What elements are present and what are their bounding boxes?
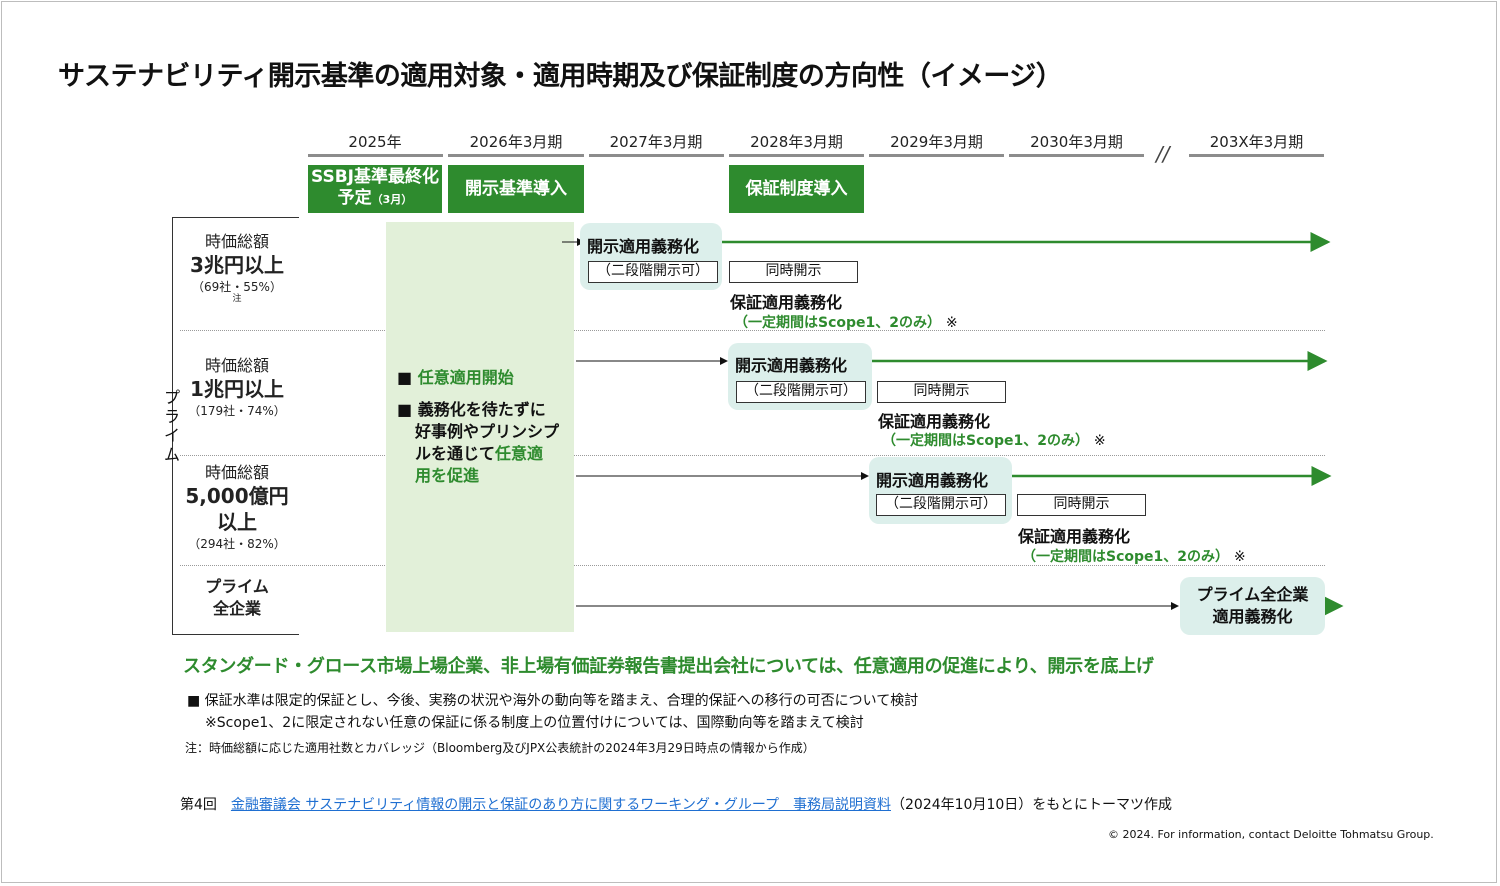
assurance-scope-text: （一定期間はScope1、2のみ） <box>1022 549 1229 565</box>
prime-all-line1: プライム全企業 <box>1196 585 1309 604</box>
asterisk-mark: ※ <box>945 315 958 331</box>
assurance-level-note: ■ 保証水準は限定的保証とし、今後、実務の状況や海外の動向等を踏まえ、合理的保証… <box>187 693 919 709</box>
assurance-scope-row2: （一定期間はScope1、2のみ） ※ <box>882 430 1106 450</box>
assurance-mandatory-row1: 保証適用義務化 <box>730 293 843 312</box>
asterisk-mark: ※ <box>1233 549 1246 565</box>
assurance-mandatory-row2: 保証適用義務化 <box>878 412 991 431</box>
asterisk-mark: ※ <box>1093 433 1106 449</box>
mandatory-disclosure-row3: 開示適用義務化 <box>876 471 989 490</box>
market-cap-footnote: 注：時価総額に応じた適用社数とカバレッジ（Bloomberg及びJPX公表統計の… <box>185 741 815 755</box>
mandatory-disclosure-row1: 開示適用義務化 <box>587 237 700 256</box>
simultaneous-box-row3: 同時開示 <box>1017 494 1146 516</box>
assurance-scope-text: （一定期間はScope1、2のみ） <box>882 433 1089 449</box>
simultaneous-box-row2: 同時開示 <box>877 381 1006 403</box>
two-stage-box-row3: （二段階開示可） <box>876 494 1006 516</box>
simultaneous-box-row1: 同時開示 <box>729 261 858 283</box>
mandatory-disclosure-row2: 開示適用義務化 <box>735 356 848 375</box>
scope-note: ※Scope1、2に限定されない任意の保証に係る制度上の位置付けについては、国際… <box>205 715 864 731</box>
standard-growth-message: スタンダード・グロース市場上場企業、非上場有価証券報告書提出会社については、任意… <box>183 656 1154 677</box>
prime-all-line2: 適用義務化 <box>1212 607 1293 626</box>
assurance-scope-text: （一定期間はScope1、2のみ） <box>734 315 941 331</box>
source-link[interactable]: 金融審議会 サステナビリティ情報の開示と保証のあり方に関するワーキング・グループ… <box>231 797 891 813</box>
two-stage-box-row1: （二段階開示可） <box>588 261 718 283</box>
assurance-scope-row3: （一定期間はScope1、2のみ） ※ <box>1022 546 1246 566</box>
source-line: 第4回 金融審議会 サステナビリティ情報の開示と保証のあり方に関するワーキング・… <box>180 794 1172 814</box>
assurance-mandatory-row3: 保証適用義務化 <box>1018 527 1131 546</box>
copyright: © 2024. For information, contact Deloitt… <box>1108 828 1434 841</box>
two-stage-box-row2: （二段階開示可） <box>736 381 866 403</box>
prime-all-mandatory-pill: プライム全企業 適用義務化 <box>1180 577 1325 635</box>
assurance-scope-row1: （一定期間はScope1、2のみ） ※ <box>734 312 958 332</box>
source-suffix: （2024年10月10日）をもとにトーマツ作成 <box>891 797 1172 813</box>
source-prefix: 第4回 <box>180 797 231 813</box>
